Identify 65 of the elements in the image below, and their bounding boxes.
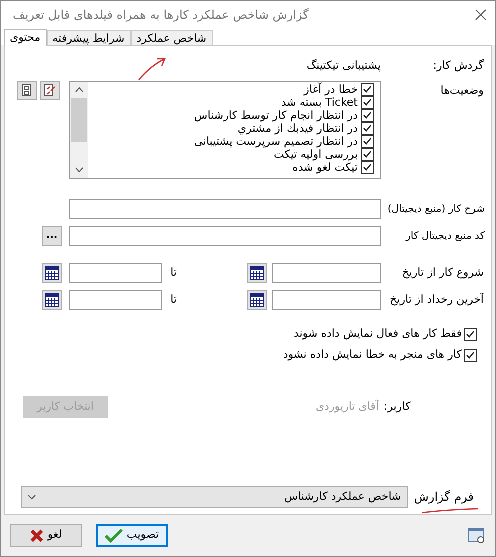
status-label[interactable]: Ticket بسته شد [281,96,358,109]
field-label: کد منبع دیجیتال کار [404,230,486,244]
workflow-label: گردش کار: [432,58,485,74]
checkbox[interactable] [361,83,374,96]
status-label[interactable]: تیکت لغو شده [292,161,358,174]
browse-button[interactable]: ... [42,226,62,246]
tab[interactable]: محتوی [4,29,47,46]
cancel-button[interactable]: لغو [10,524,82,547]
checkbox[interactable] [464,328,477,341]
annotation-arrow [137,56,169,82]
date-field[interactable] [272,290,381,310]
checkbox[interactable] [361,161,374,174]
calendar-icon [45,293,59,307]
calendar-button[interactable] [42,263,62,283]
checklist-icon [44,84,56,97]
user-label: کاربر: [383,398,412,415]
window-settings-icon[interactable] [468,526,486,544]
report-form-dropdown[interactable]: شاخص عملکرد کارشناس [21,486,408,508]
chevron-down-icon [28,494,36,500]
status-label[interactable]: در انتظار انجام کار توسط کارشناس [194,109,358,122]
calendar-button[interactable] [42,290,62,310]
checkbox[interactable] [361,109,374,122]
checkbox[interactable] [361,148,374,161]
report-form-label: فرم گزارش [413,489,474,506]
status-label[interactable]: در انتظار تصمیم سرپرست پشتیبانی [194,135,358,148]
status-label[interactable]: در انتظار فیدبك از مشتري [238,122,358,135]
close-icon[interactable] [475,8,487,20]
date-field[interactable] [69,290,162,310]
to-label: تا [170,264,177,281]
text-field[interactable] [69,226,381,246]
scrollbar-thumb[interactable] [71,98,87,142]
status-label[interactable]: بررسی اولیه تیکت [274,148,358,161]
date-field[interactable] [272,263,381,283]
checkbox[interactable] [361,96,374,109]
tab[interactable]: شرایط پیشرفته [46,30,131,45]
calendar-button[interactable] [247,263,267,283]
status-label[interactable]: خطا در آغاز [304,83,358,96]
tab[interactable]: شاخص عملکرد [130,30,213,45]
calendar-icon [250,266,264,280]
uncheck-all-button[interactable] [17,81,37,100]
statuses-label: وضعیت‌ها [440,83,485,99]
date-label: شروع کار از تاریخ [401,264,485,281]
user-value: آقای تاریوردی [316,398,379,415]
field-label: شرح کار (منبع دیجیتال) [386,202,486,216]
list-icon [22,84,32,97]
calendar-icon [250,293,264,307]
date-label: آخرین رخداد از تاریخ [389,292,486,308]
workflow-value: پشتیبانی تیکتینگ [306,58,381,74]
text-field[interactable] [69,199,381,219]
checkbox[interactable] [361,135,374,148]
cross-icon [30,528,44,542]
window-title: گزارش شاخص عملکرد کارها به همراه فیلدهای قابل تعریف [12,6,309,24]
checkbox[interactable] [361,122,374,135]
checkbox[interactable] [464,349,477,362]
check-all-button[interactable] [40,81,60,100]
scrollbar[interactable] [70,82,88,178]
annotation-underline [421,507,479,515]
calendar-button[interactable] [247,290,267,310]
to-label: تا [170,292,177,308]
date-field[interactable] [69,263,162,283]
option-label[interactable]: کار های منجر به خطا نمایش داده نشود [283,347,462,364]
option-label[interactable]: فقط کار های فعال نمایش داده شوند [294,326,462,343]
approve-button[interactable]: تصویب [96,524,168,547]
calendar-icon [45,266,59,280]
checkmark-icon [104,528,123,542]
